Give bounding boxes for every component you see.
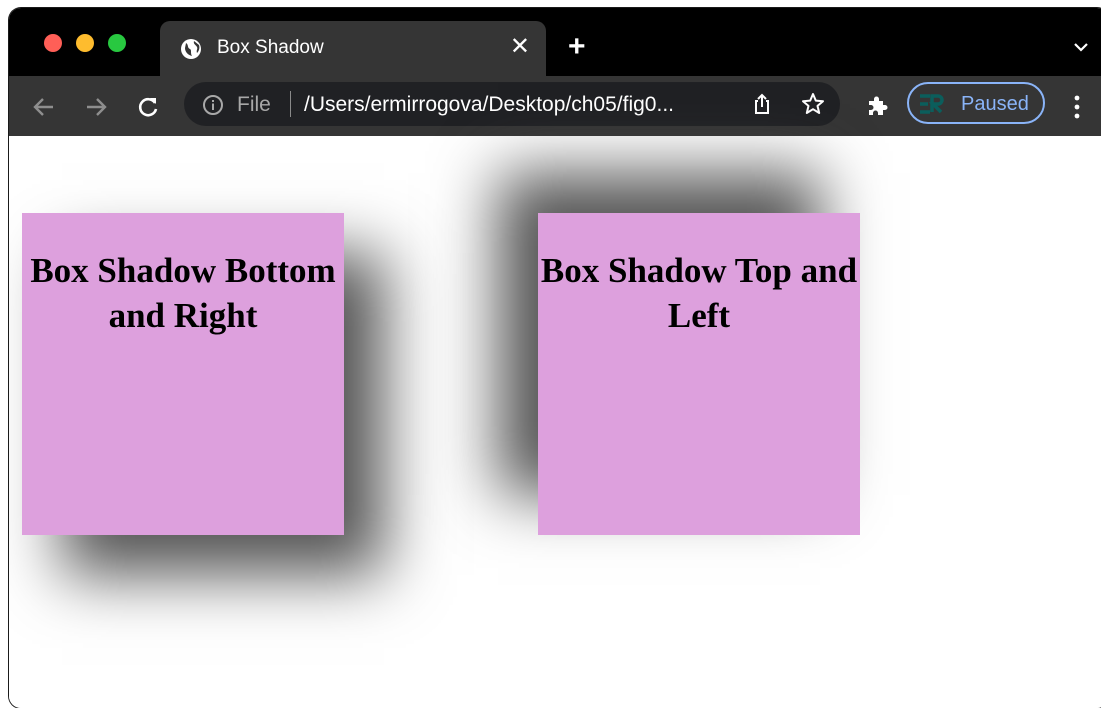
shadow-box-bottom-right: Box Shadow Bottom and Right <box>22 213 344 535</box>
profile-paused-button[interactable]: Paused <box>907 82 1045 124</box>
zoom-window-button[interactable] <box>108 34 126 52</box>
shadow-box-top-left: Box Shadow Top and Left <box>538 213 860 535</box>
tab-close-icon[interactable]: ✕ <box>510 35 530 59</box>
back-arrow-icon[interactable] <box>31 94 57 120</box>
forward-arrow-icon[interactable] <box>83 94 109 120</box>
url-separator <box>290 91 291 117</box>
close-window-button[interactable] <box>44 34 62 52</box>
profile-status-label: Paused <box>961 93 1029 115</box>
new-tab-button[interactable]: + <box>568 32 586 62</box>
avatar <box>920 94 944 114</box>
browser-window: Box Shadow ✕ + File /Users/ermirrogova/D… <box>9 8 1101 708</box>
globe-icon <box>181 39 201 59</box>
toolbar: File /Users/ermirrogova/Desktop/ch05/fig… <box>9 76 1101 136</box>
reload-icon[interactable] <box>135 94 161 120</box>
tab-box-shadow[interactable]: Box Shadow ✕ <box>160 21 546 76</box>
url-text[interactable]: /Users/ermirrogova/Desktop/ch05/fig0... <box>304 93 734 117</box>
url-scheme: File <box>237 93 271 116</box>
page-content: Box Shadow Bottom and Right Box Shadow T… <box>9 136 1101 708</box>
tab-strip: Box Shadow ✕ + <box>9 8 1101 76</box>
info-icon[interactable] <box>202 94 224 116</box>
minimize-window-button[interactable] <box>76 34 94 52</box>
share-icon[interactable] <box>750 92 774 116</box>
extensions-puzzle-icon[interactable] <box>865 94 889 118</box>
address-bar[interactable]: File /Users/ermirrogova/Desktop/ch05/fig… <box>184 82 840 126</box>
tab-title: Box Shadow <box>217 37 324 58</box>
chevron-down-icon[interactable] <box>1073 41 1089 53</box>
star-icon[interactable] <box>800 91 826 117</box>
more-menu-icon[interactable] <box>1071 94 1083 120</box>
